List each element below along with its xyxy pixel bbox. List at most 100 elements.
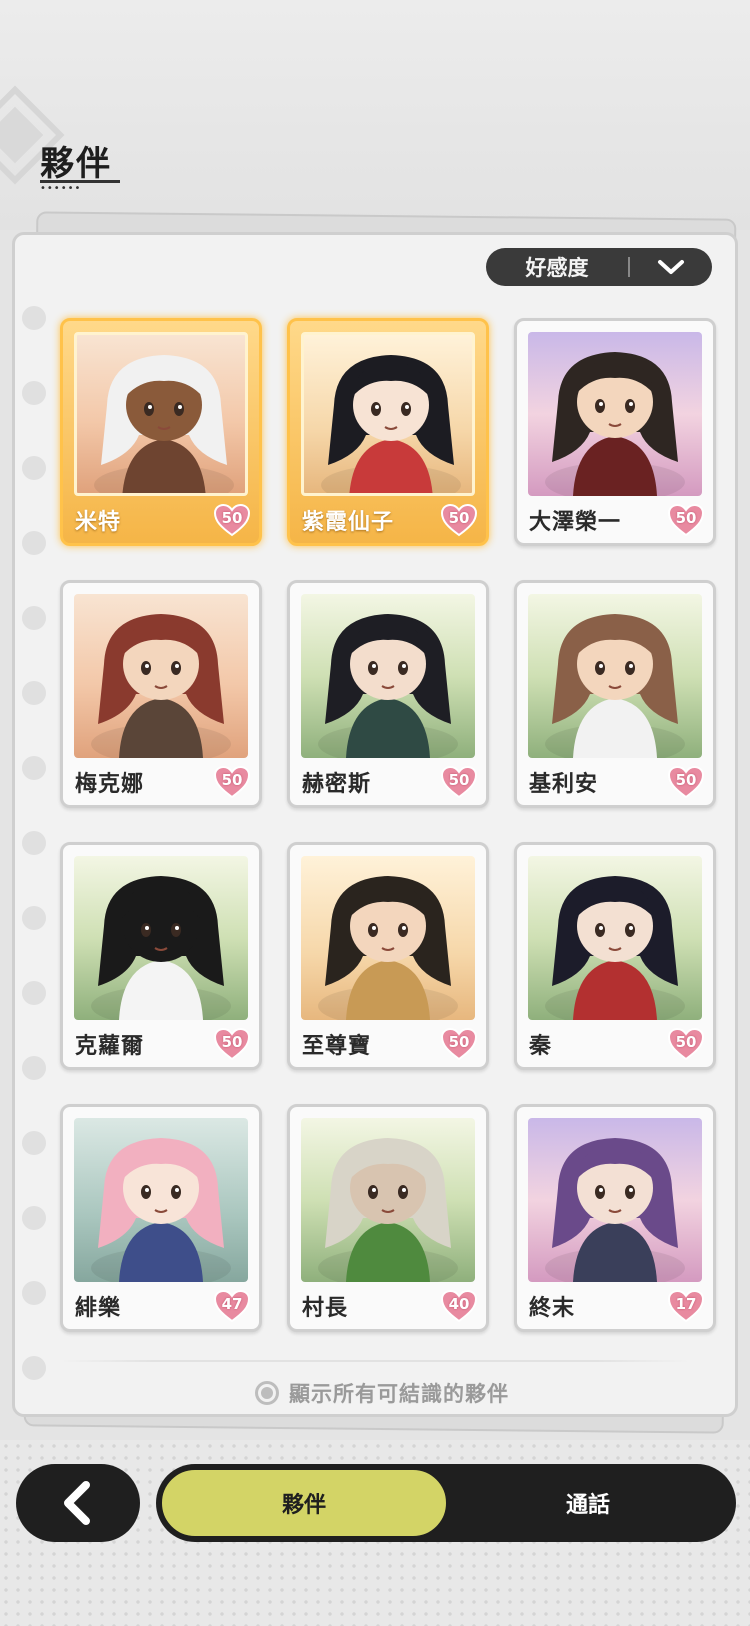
notebook-hole xyxy=(22,1056,46,1080)
show-all-toggle[interactable]: 顯示所有可結識的夥伴 xyxy=(255,1378,509,1408)
notebook-hole xyxy=(22,381,46,405)
notebook-hole xyxy=(22,1206,46,1230)
partner-name: 終末 xyxy=(529,1296,576,1321)
tab-partners[interactable]: 夥伴 xyxy=(160,1468,448,1538)
affinity-heart-icon: 50 xyxy=(440,765,478,799)
partner-name: 梅克娜 xyxy=(75,772,145,797)
notebook-hole xyxy=(22,831,46,855)
partner-name: 緋樂 xyxy=(75,1296,122,1321)
partner-card[interactable]: 大澤榮一 50 xyxy=(514,318,716,546)
partner-portrait xyxy=(301,594,475,758)
affinity-heart-icon: 50 xyxy=(440,1027,478,1061)
character-illustration xyxy=(91,876,231,1020)
partner-card[interactable]: 至尊寶 50 xyxy=(287,842,489,1070)
partner-name-row: 緋樂 47 xyxy=(75,1287,251,1325)
character-illustration xyxy=(545,876,685,1020)
partner-name-row: 大澤榮一 50 xyxy=(529,501,705,539)
character-illustration xyxy=(545,352,685,496)
back-arrow-icon xyxy=(64,1481,90,1525)
partner-card[interactable]: 米特 50 xyxy=(60,318,262,546)
affinity-heart-icon: 50 xyxy=(440,503,478,537)
bottom-tab-bar: 夥伴 通話 xyxy=(156,1464,736,1542)
character-illustration xyxy=(545,614,685,758)
notebook-hole xyxy=(22,456,46,480)
partner-name: 大澤榮一 xyxy=(529,510,622,535)
partner-card[interactable]: 梅克娜 50 xyxy=(60,580,262,808)
partner-card[interactable]: 紫霞仙子 50 xyxy=(287,318,489,546)
affinity-heart-icon: 40 xyxy=(440,1289,478,1323)
partner-name-row: 紫霞仙子 50 xyxy=(302,501,478,539)
affinity-value: 50 xyxy=(221,509,243,527)
affinity-heart-icon: 50 xyxy=(667,765,705,799)
sort-dropdown[interactable]: 好感度 xyxy=(486,248,712,286)
character-illustration xyxy=(91,614,231,758)
partner-name-row: 赫密斯 50 xyxy=(302,763,478,801)
notebook-hole xyxy=(22,606,46,630)
tab-calls[interactable]: 通話 xyxy=(444,1468,732,1538)
partner-name: 村長 xyxy=(302,1296,349,1321)
affinity-heart-icon: 50 xyxy=(667,1027,705,1061)
character-illustration xyxy=(318,876,458,1020)
partner-name-row: 梅克娜 50 xyxy=(75,763,251,801)
partner-name: 至尊寶 xyxy=(302,1034,372,1059)
partner-card[interactable]: 克蘿爾 50 xyxy=(60,842,262,1070)
notebook-hole xyxy=(22,1131,46,1155)
partner-name-row: 終末 17 xyxy=(529,1287,705,1325)
partner-name-row: 村長 40 xyxy=(302,1287,478,1325)
partner-portrait xyxy=(74,1118,248,1282)
affinity-heart-icon: 47 xyxy=(213,1289,251,1323)
show-all-label: 顯示所有可結識的夥伴 xyxy=(289,1382,509,1406)
partner-name: 克蘿爾 xyxy=(75,1034,145,1059)
character-illustration xyxy=(545,1138,685,1282)
notebook-hole xyxy=(22,756,46,780)
affinity-value: 47 xyxy=(221,1295,243,1313)
affinity-heart-icon: 50 xyxy=(213,1027,251,1061)
partner-portrait xyxy=(74,332,248,496)
partner-name: 赫密斯 xyxy=(302,772,372,797)
partner-card[interactable]: 終末 17 xyxy=(514,1104,716,1332)
title-dots: •••••• xyxy=(40,183,82,194)
notebook-hole xyxy=(22,681,46,705)
affinity-value: 50 xyxy=(448,771,470,789)
partner-name: 基利安 xyxy=(529,772,599,797)
affinity-value: 50 xyxy=(448,509,470,527)
page-title: 夥伴 xyxy=(40,144,112,184)
partner-name-row: 克蘿爾 50 xyxy=(75,1025,251,1063)
notebook-hole xyxy=(22,1281,46,1305)
notebook-hole xyxy=(22,1356,46,1380)
partner-card[interactable]: 基利安 50 xyxy=(514,580,716,808)
sort-label: 好感度 xyxy=(525,256,589,280)
affinity-value: 50 xyxy=(675,509,697,527)
affinity-value: 50 xyxy=(221,771,243,789)
header-background xyxy=(0,0,750,230)
partner-card[interactable]: 秦 50 xyxy=(514,842,716,1070)
partner-name-row: 基利安 50 xyxy=(529,763,705,801)
notebook-hole xyxy=(22,981,46,1005)
partner-name-row: 秦 50 xyxy=(529,1025,705,1063)
partner-portrait xyxy=(528,1118,702,1282)
partner-name-row: 至尊寶 50 xyxy=(302,1025,478,1063)
character-illustration xyxy=(91,1138,231,1282)
divider xyxy=(60,1360,690,1362)
affinity-value: 50 xyxy=(448,1033,470,1051)
notebook-hole xyxy=(22,306,46,330)
affinity-value: 50 xyxy=(675,771,697,789)
affinity-value: 40 xyxy=(448,1295,470,1313)
partner-card[interactable]: 緋樂 47 xyxy=(60,1104,262,1332)
back-button[interactable] xyxy=(16,1464,140,1542)
partner-card[interactable]: 赫密斯 50 xyxy=(287,580,489,808)
affinity-heart-icon: 50 xyxy=(213,503,251,537)
affinity-value: 50 xyxy=(221,1033,243,1051)
partner-portrait xyxy=(301,856,475,1020)
affinity-heart-icon: 50 xyxy=(667,503,705,537)
partner-portrait xyxy=(301,332,475,496)
character-illustration xyxy=(321,355,461,493)
partner-name-row: 米特 50 xyxy=(75,501,251,539)
affinity-value: 50 xyxy=(675,1033,697,1051)
radio-button[interactable] xyxy=(255,1381,279,1405)
chevron-down-icon xyxy=(630,258,712,276)
partner-card[interactable]: 村長 40 xyxy=(287,1104,489,1332)
affinity-heart-icon: 17 xyxy=(667,1289,705,1323)
character-illustration xyxy=(94,355,234,493)
character-illustration xyxy=(318,1138,458,1282)
